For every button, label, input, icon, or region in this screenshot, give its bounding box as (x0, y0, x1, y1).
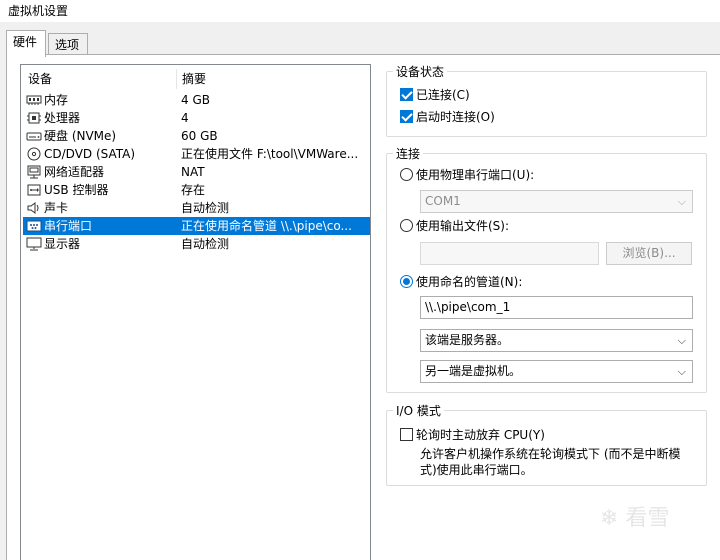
snowflake-icon: ❄ (600, 506, 619, 531)
device-name: 网络适配器 (44, 165, 105, 179)
device-row-memory[interactable]: 内存 4 GB (23, 91, 370, 109)
connect-at-power-on-checkbox[interactable] (400, 110, 413, 123)
device-row-cd-dvd[interactable]: CD/DVD (SATA) 正在使用文件 F:\tool\VMWare... (23, 145, 370, 163)
device-name: 内存 (44, 93, 69, 107)
browse-button[interactable]: 浏览(B)... (606, 242, 692, 265)
speaker-icon (27, 202, 39, 214)
io-mode-description-line2: 式)使用此串行端口。 (420, 463, 533, 477)
monitor-icon (26, 237, 42, 251)
tab-strip: 硬件 选项 (0, 22, 720, 57)
device-name: 硬盘 (NVMe) (44, 129, 117, 143)
yield-cpu-label[interactable]: 轮询时主动放弃 CPU(Y) (416, 426, 545, 443)
device-summary: 4 GB (181, 93, 210, 107)
device-name: CD/DVD (SATA) (44, 147, 136, 161)
device-name: 串行端口 (44, 219, 93, 233)
device-row-processor[interactable]: 处理器 4 (23, 109, 370, 127)
chevron-down-icon: ⌵ (677, 365, 686, 378)
usb-icon (27, 184, 41, 196)
device-summary: 4 (181, 111, 189, 125)
watermark: ❄ 看雪 (600, 500, 669, 532)
named-pipe-label[interactable]: 使用命名的管道(N): (416, 273, 522, 290)
device-row-serial-port[interactable]: 串行端口 正在使用命名管道 \\.\pipe\co... (23, 217, 370, 235)
io-mode-description-line1: 允许客户机操作系统在轮询模式下 (而不是中断模 (420, 447, 681, 461)
physical-port-value: COM1 (425, 194, 461, 208)
device-summary: 存在 (181, 183, 206, 197)
harddisk-icon (26, 132, 42, 141)
chevron-down-icon: ⌵ (677, 334, 686, 347)
pipe-name-input[interactable]: \\.\pipe\com_1 (420, 296, 693, 319)
device-status-title: 设备状态 (393, 63, 448, 80)
yield-cpu-checkbox[interactable] (400, 428, 413, 441)
window-title: 虚拟机设置 (8, 4, 69, 18)
network-icon (27, 165, 41, 179)
connect-at-power-on-label[interactable]: 启动时连接(O) (416, 108, 495, 125)
output-file-label[interactable]: 使用输出文件(S): (416, 217, 509, 234)
device-list[interactable]: 设备 摘要 内存 4 GB 处理器 4 硬盘 (NVMe) 60 GB CD/D… (20, 64, 371, 560)
output-file-input[interactable] (420, 242, 599, 265)
tab-hardware[interactable]: 硬件 (6, 30, 46, 57)
serial-port-icon (26, 220, 42, 232)
physical-port-radio[interactable] (400, 168, 413, 181)
physical-port-select[interactable]: COM1 ⌵ (420, 190, 693, 213)
memory-icon (26, 95, 42, 105)
pipe-end-role-select[interactable]: 该端是服务器。 ⌵ (420, 329, 693, 352)
connection-title: 连接 (393, 145, 424, 162)
tab-options[interactable]: 选项 (48, 33, 88, 55)
physical-port-label[interactable]: 使用物理串行端口(U): (416, 166, 534, 183)
title-bar: 虚拟机设置 (0, 0, 720, 22)
device-summary: 正在使用命名管道 \\.\pipe\co... (181, 219, 352, 233)
device-summary: 正在使用文件 F:\tool\VMWare... (181, 147, 359, 161)
device-name: 声卡 (44, 201, 69, 215)
device-row-display[interactable]: 显示器 自动检测 (23, 235, 370, 253)
column-header-summary[interactable]: 摘要 (177, 70, 357, 90)
io-mode-title: I/O 模式 (393, 402, 444, 419)
device-status-group: 设备状态 (386, 63, 707, 137)
output-file-radio[interactable] (400, 219, 413, 232)
column-header-device[interactable]: 设备 (23, 70, 176, 90)
device-row-harddisk[interactable]: 硬盘 (NVMe) 60 GB (23, 127, 370, 145)
device-summary: 自动检测 (181, 237, 230, 251)
named-pipe-radio[interactable] (400, 275, 413, 288)
watermark-text: 看雪 (625, 506, 670, 531)
connected-label[interactable]: 已连接(C) (416, 86, 470, 103)
device-summary: 自动检测 (181, 201, 230, 215)
cpu-icon (27, 112, 41, 124)
device-summary: NAT (181, 165, 205, 179)
device-summary: 60 GB (181, 129, 218, 143)
device-name: 显示器 (44, 237, 81, 251)
chevron-down-icon: ⌵ (677, 195, 686, 208)
cd-icon (27, 147, 41, 161)
pipe-end-role-value: 该端是服务器。 (425, 333, 510, 347)
device-row-usb-controller[interactable]: USB 控制器 存在 (23, 181, 370, 199)
connected-checkbox[interactable] (400, 88, 413, 101)
device-row-sound-card[interactable]: 声卡 自动检测 (23, 199, 370, 217)
device-name: USB 控制器 (44, 183, 109, 197)
pipe-other-end-value: 另一端是虚拟机。 (425, 364, 522, 378)
device-row-network-adapter[interactable]: 网络适配器 NAT (23, 163, 370, 181)
device-name: 处理器 (44, 111, 81, 125)
pipe-other-end-select[interactable]: 另一端是虚拟机。 ⌵ (420, 360, 693, 383)
